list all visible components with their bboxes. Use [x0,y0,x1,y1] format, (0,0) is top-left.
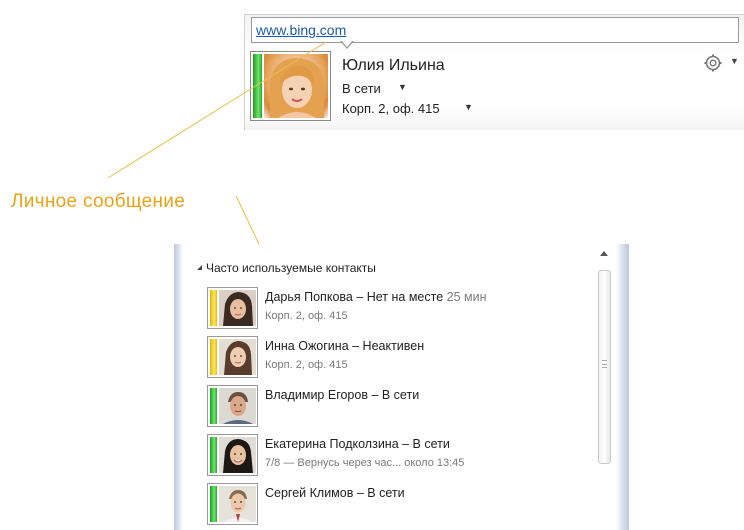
contact-name: Екатерина Подколзина – В сети [265,437,450,451]
my-photo-frame[interactable] [250,51,331,121]
contact-name: Дарья Попкова – Нет на месте 25 мин [265,290,487,304]
away-duration: 25 мин [443,290,487,304]
contact-item[interactable]: Инна Ожогина – Неактивен Корп. 2, оф. 41… [207,336,607,381]
contact-photo-frame [207,287,258,329]
contact-location: Корп. 2, оф. 415 [265,310,348,322]
avatar [219,339,256,375]
contact-item[interactable]: Владимир Егоров – В сети [207,385,607,430]
contact-name-text: Дарья Попкова – Нет на месте [265,290,444,304]
contact-photo-frame [207,483,258,525]
window-border-left [174,244,183,530]
window-border-right [616,244,629,530]
my-name: Юлия Ильина [342,57,445,74]
presence-bar [253,54,262,118]
presence-bar [210,486,217,522]
presence-bar [210,388,217,424]
presence-bar [210,339,217,375]
contact-item[interactable]: Дарья Попкова – Нет на месте 25 мин Корп… [207,287,607,332]
gear-icon[interactable] [703,53,723,73]
my-avatar [264,54,328,118]
my-status-menu[interactable]: В сети [342,81,381,96]
presence-bar [210,437,217,473]
presence-bar [210,290,217,326]
personal-note-link[interactable]: www.bing.com [256,22,346,38]
contact-name: Сергей Климов – В сети [265,486,405,500]
chevron-down-icon[interactable]: ▼ [398,82,407,92]
chevron-down-icon[interactable]: ▼ [730,56,739,66]
scroll-up-arrow-icon[interactable] [600,251,608,256]
contact-photo-frame [207,434,258,476]
collapse-triangle-icon[interactable] [197,265,202,270]
contact-photo-frame [207,385,258,427]
personal-note-field[interactable]: www.bing.com [251,17,739,43]
avatar [219,290,256,326]
avatar [219,388,256,424]
contact-item[interactable]: Екатерина Подколзина – В сети 7/8 — Верн… [207,434,607,479]
avatar [219,437,256,473]
my-location-menu[interactable]: Корп. 2, оф. 415 [342,101,440,116]
group-header[interactable]: Часто используемые контакты [206,261,376,275]
contact-item[interactable]: Сергей Климов – В сети [207,483,607,528]
personal-note-tail-inner [341,40,353,47]
avatar [219,486,256,522]
contact-location: Корп. 2, оф. 415 [265,359,348,371]
callout-label: Личное сообщение [11,191,186,212]
scrollbar-grip [602,360,607,368]
contact-note: 7/8 — Вернусь через час... около 13:45 [265,457,465,469]
chevron-down-icon[interactable]: ▼ [464,102,473,112]
contact-name: Инна Ожогина – Неактивен [265,339,425,353]
contact-name: Владимир Егоров – В сети [265,388,420,402]
contact-photo-frame [207,336,258,378]
